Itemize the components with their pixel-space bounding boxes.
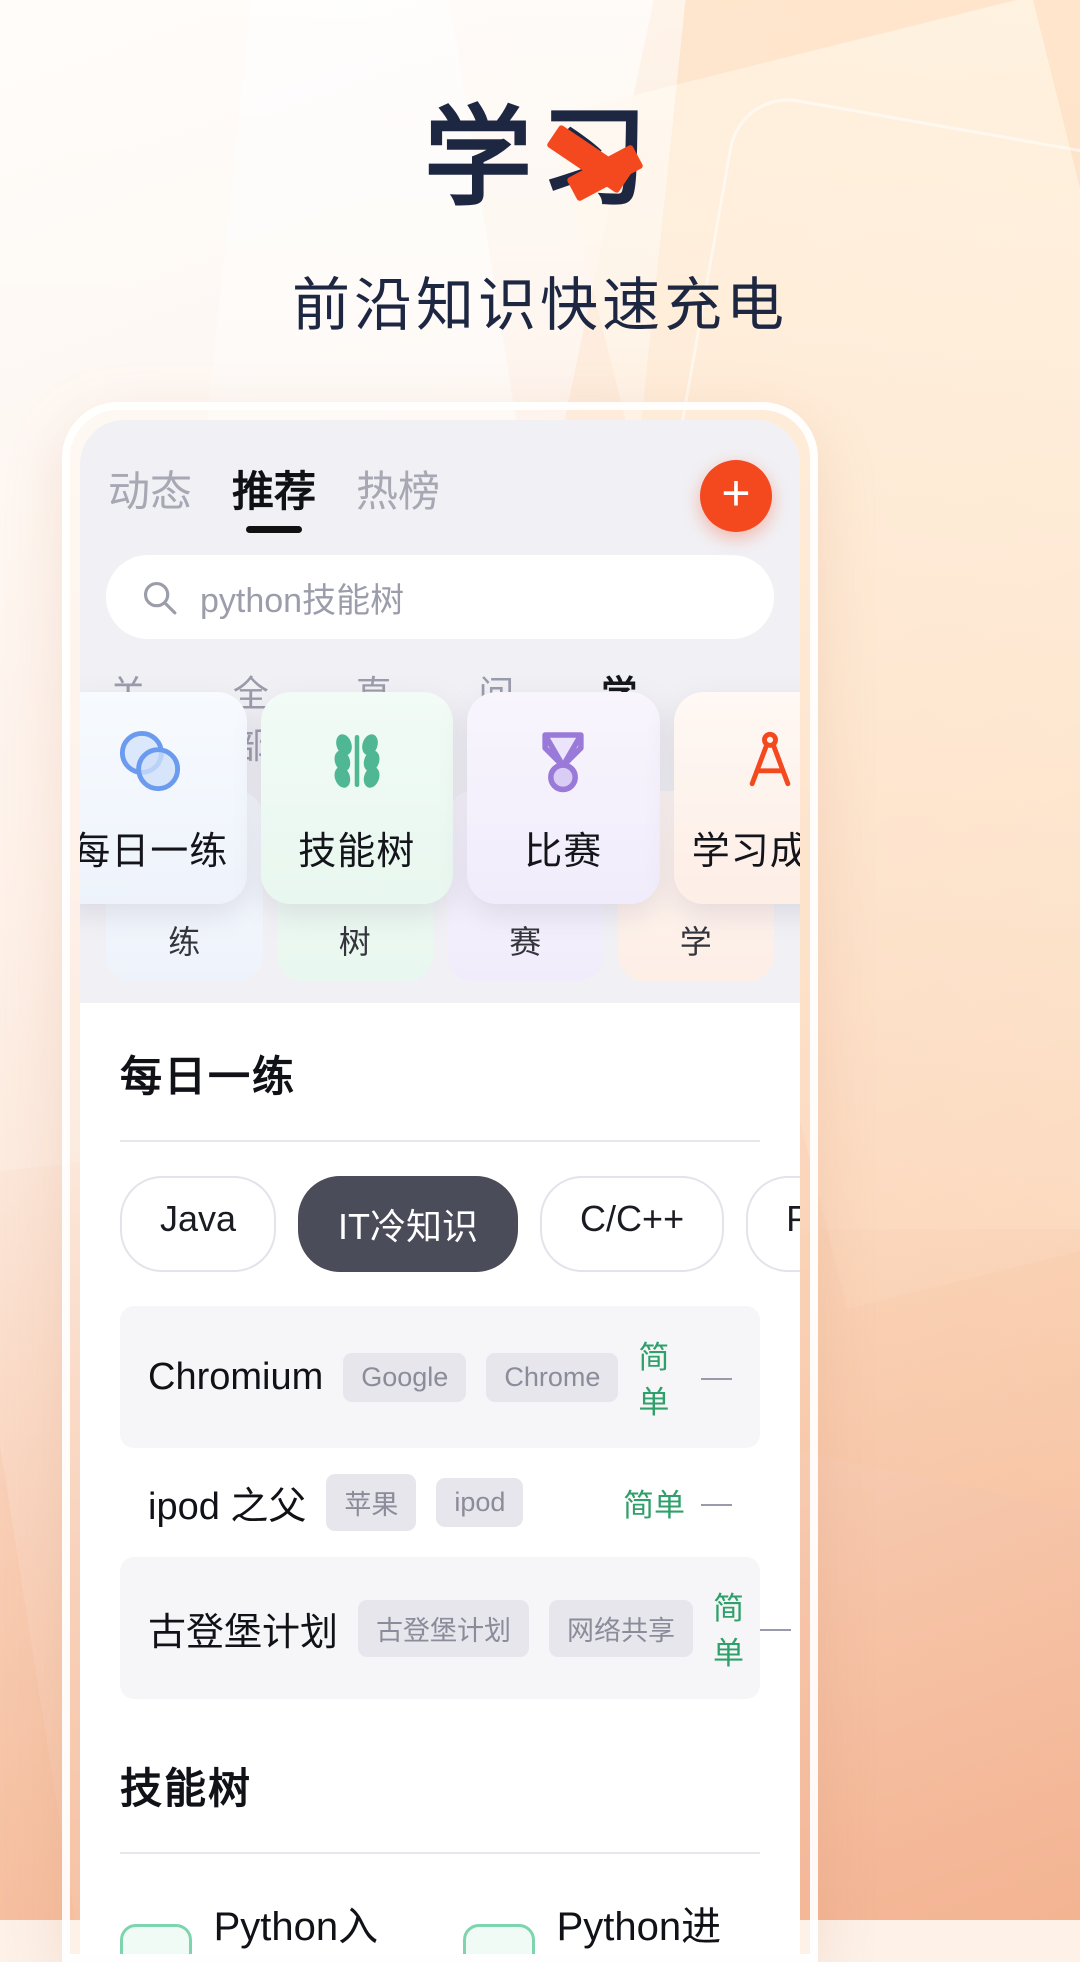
title-char-xue: 学 <box>423 97 540 218</box>
tree-node-icon <box>120 1924 192 1954</box>
feature-card-daily-practice[interactable]: 每日一练 <box>80 692 247 904</box>
feature-card-label: 技能树 <box>298 830 416 873</box>
title-char-xi: 习 <box>540 104 656 212</box>
skilltree-item-python-advanced[interactable]: Python进阶 <box>463 1894 760 1954</box>
tab-rebang[interactable]: 热榜 <box>356 458 440 533</box>
phone-screen: 动态 推荐 热榜 + python技能树 关注 全部 直播 问答 学习 <box>80 420 800 1954</box>
table-row[interactable]: 古登堡计划 古登堡计划 网络共享 简单 — <box>120 1557 791 1699</box>
feature-card-label: 比赛 <box>524 830 603 873</box>
feature-card-row: 每日一练 技能树 比赛 学习成 <box>80 692 800 904</box>
category-chip-row: Java IT冷知识 C/C++ Python <box>120 1142 800 1302</box>
table-row[interactable]: ipod 之父 苹果 ipod 简单 — <box>120 1448 760 1557</box>
row-tag: 苹果 <box>326 1474 417 1531</box>
row-meta: 简单 — <box>623 1480 732 1525</box>
skilltree-item-row: Python入门 Python进阶 <box>120 1854 760 1954</box>
feature-card-achievement[interactable]: 学习成就 <box>673 692 800 904</box>
row-title: Chromium <box>148 1355 324 1398</box>
search-input[interactable]: python技能树 <box>106 555 774 639</box>
search-placeholder: python技能树 <box>200 581 405 620</box>
row-trend: — <box>701 1484 732 1520</box>
content-area: 每日一练 Java IT冷知识 C/C++ Python Chromium Go… <box>80 1003 800 1954</box>
tab-tuijian[interactable]: 推荐 <box>232 458 316 533</box>
chip-java[interactable]: Java <box>120 1176 277 1272</box>
phone-mockup: 动态 推荐 热榜 + python技能树 关注 全部 直播 问答 学习 <box>62 402 818 1962</box>
overlapping-circles-icon <box>120 730 181 791</box>
table-row[interactable]: Chromium Google Chrome 简单 — <box>120 1306 760 1448</box>
feature-card-label: 每日一练 <box>80 830 229 873</box>
row-tag: ipod <box>436 1478 524 1527</box>
medal-icon <box>542 731 584 792</box>
top-tab-bar: 动态 推荐 热榜 + <box>106 442 774 537</box>
feature-card-contest[interactable]: 比赛 <box>467 692 660 904</box>
tree-node-icon <box>463 1924 535 1954</box>
row-meta: 简单 — <box>638 1332 732 1422</box>
search-icon <box>143 581 177 615</box>
page-title: 学习 <box>424 104 656 212</box>
row-trend: — <box>760 1610 792 1645</box>
row-tag: Chrome <box>486 1352 619 1402</box>
feature-card-label: 学习成就 <box>691 830 800 873</box>
skilltree-item-label: Python入门 <box>213 1905 379 1949</box>
compose-button[interactable]: + <box>700 459 772 532</box>
chip-python[interactable]: Python <box>746 1176 800 1272</box>
row-difficulty: 简单 <box>713 1591 745 1671</box>
section-title-skilltree: 技能树 <box>120 1765 253 1812</box>
tab-dongtai[interactable]: 动态 <box>108 458 192 533</box>
page-subtitle: 前沿知识快速充电 <box>291 273 788 338</box>
chip-it-trivia[interactable]: IT冷知识 <box>298 1176 519 1272</box>
skilltree-item-label: Python进阶 <box>556 1905 722 1949</box>
row-title: ipod 之父 <box>148 1486 307 1528</box>
row-trend: — <box>701 1359 732 1394</box>
row-difficulty: 简单 <box>623 1488 685 1523</box>
row-difficulty: 简单 <box>638 1340 670 1420</box>
skilltree-section: 技能树 Python入门 Python进阶 <box>120 1699 760 1954</box>
skilltree-item-python-intro[interactable]: Python入门 <box>120 1894 417 1954</box>
compass-icon <box>749 731 791 786</box>
row-title: 古登堡计划 <box>148 1611 339 1654</box>
row-tag: 古登堡计划 <box>358 1599 530 1657</box>
section-title-daily: 每日一练 <box>120 1053 297 1100</box>
chip-cpp[interactable]: C/C++ <box>540 1176 725 1272</box>
daily-practice-list: Chromium Google Chrome 简单 — ipod 之父 苹果 i… <box>120 1306 791 1699</box>
hero-section: 学习 前沿知识快速充电 <box>0 0 1080 342</box>
feature-card-skill-tree[interactable]: 技能树 <box>260 692 453 904</box>
row-tag: 网络共享 <box>549 1599 694 1657</box>
row-tag: Google <box>343 1352 467 1402</box>
wheat-leaf-icon <box>334 733 380 788</box>
row-meta: 简单 — <box>713 1583 791 1673</box>
